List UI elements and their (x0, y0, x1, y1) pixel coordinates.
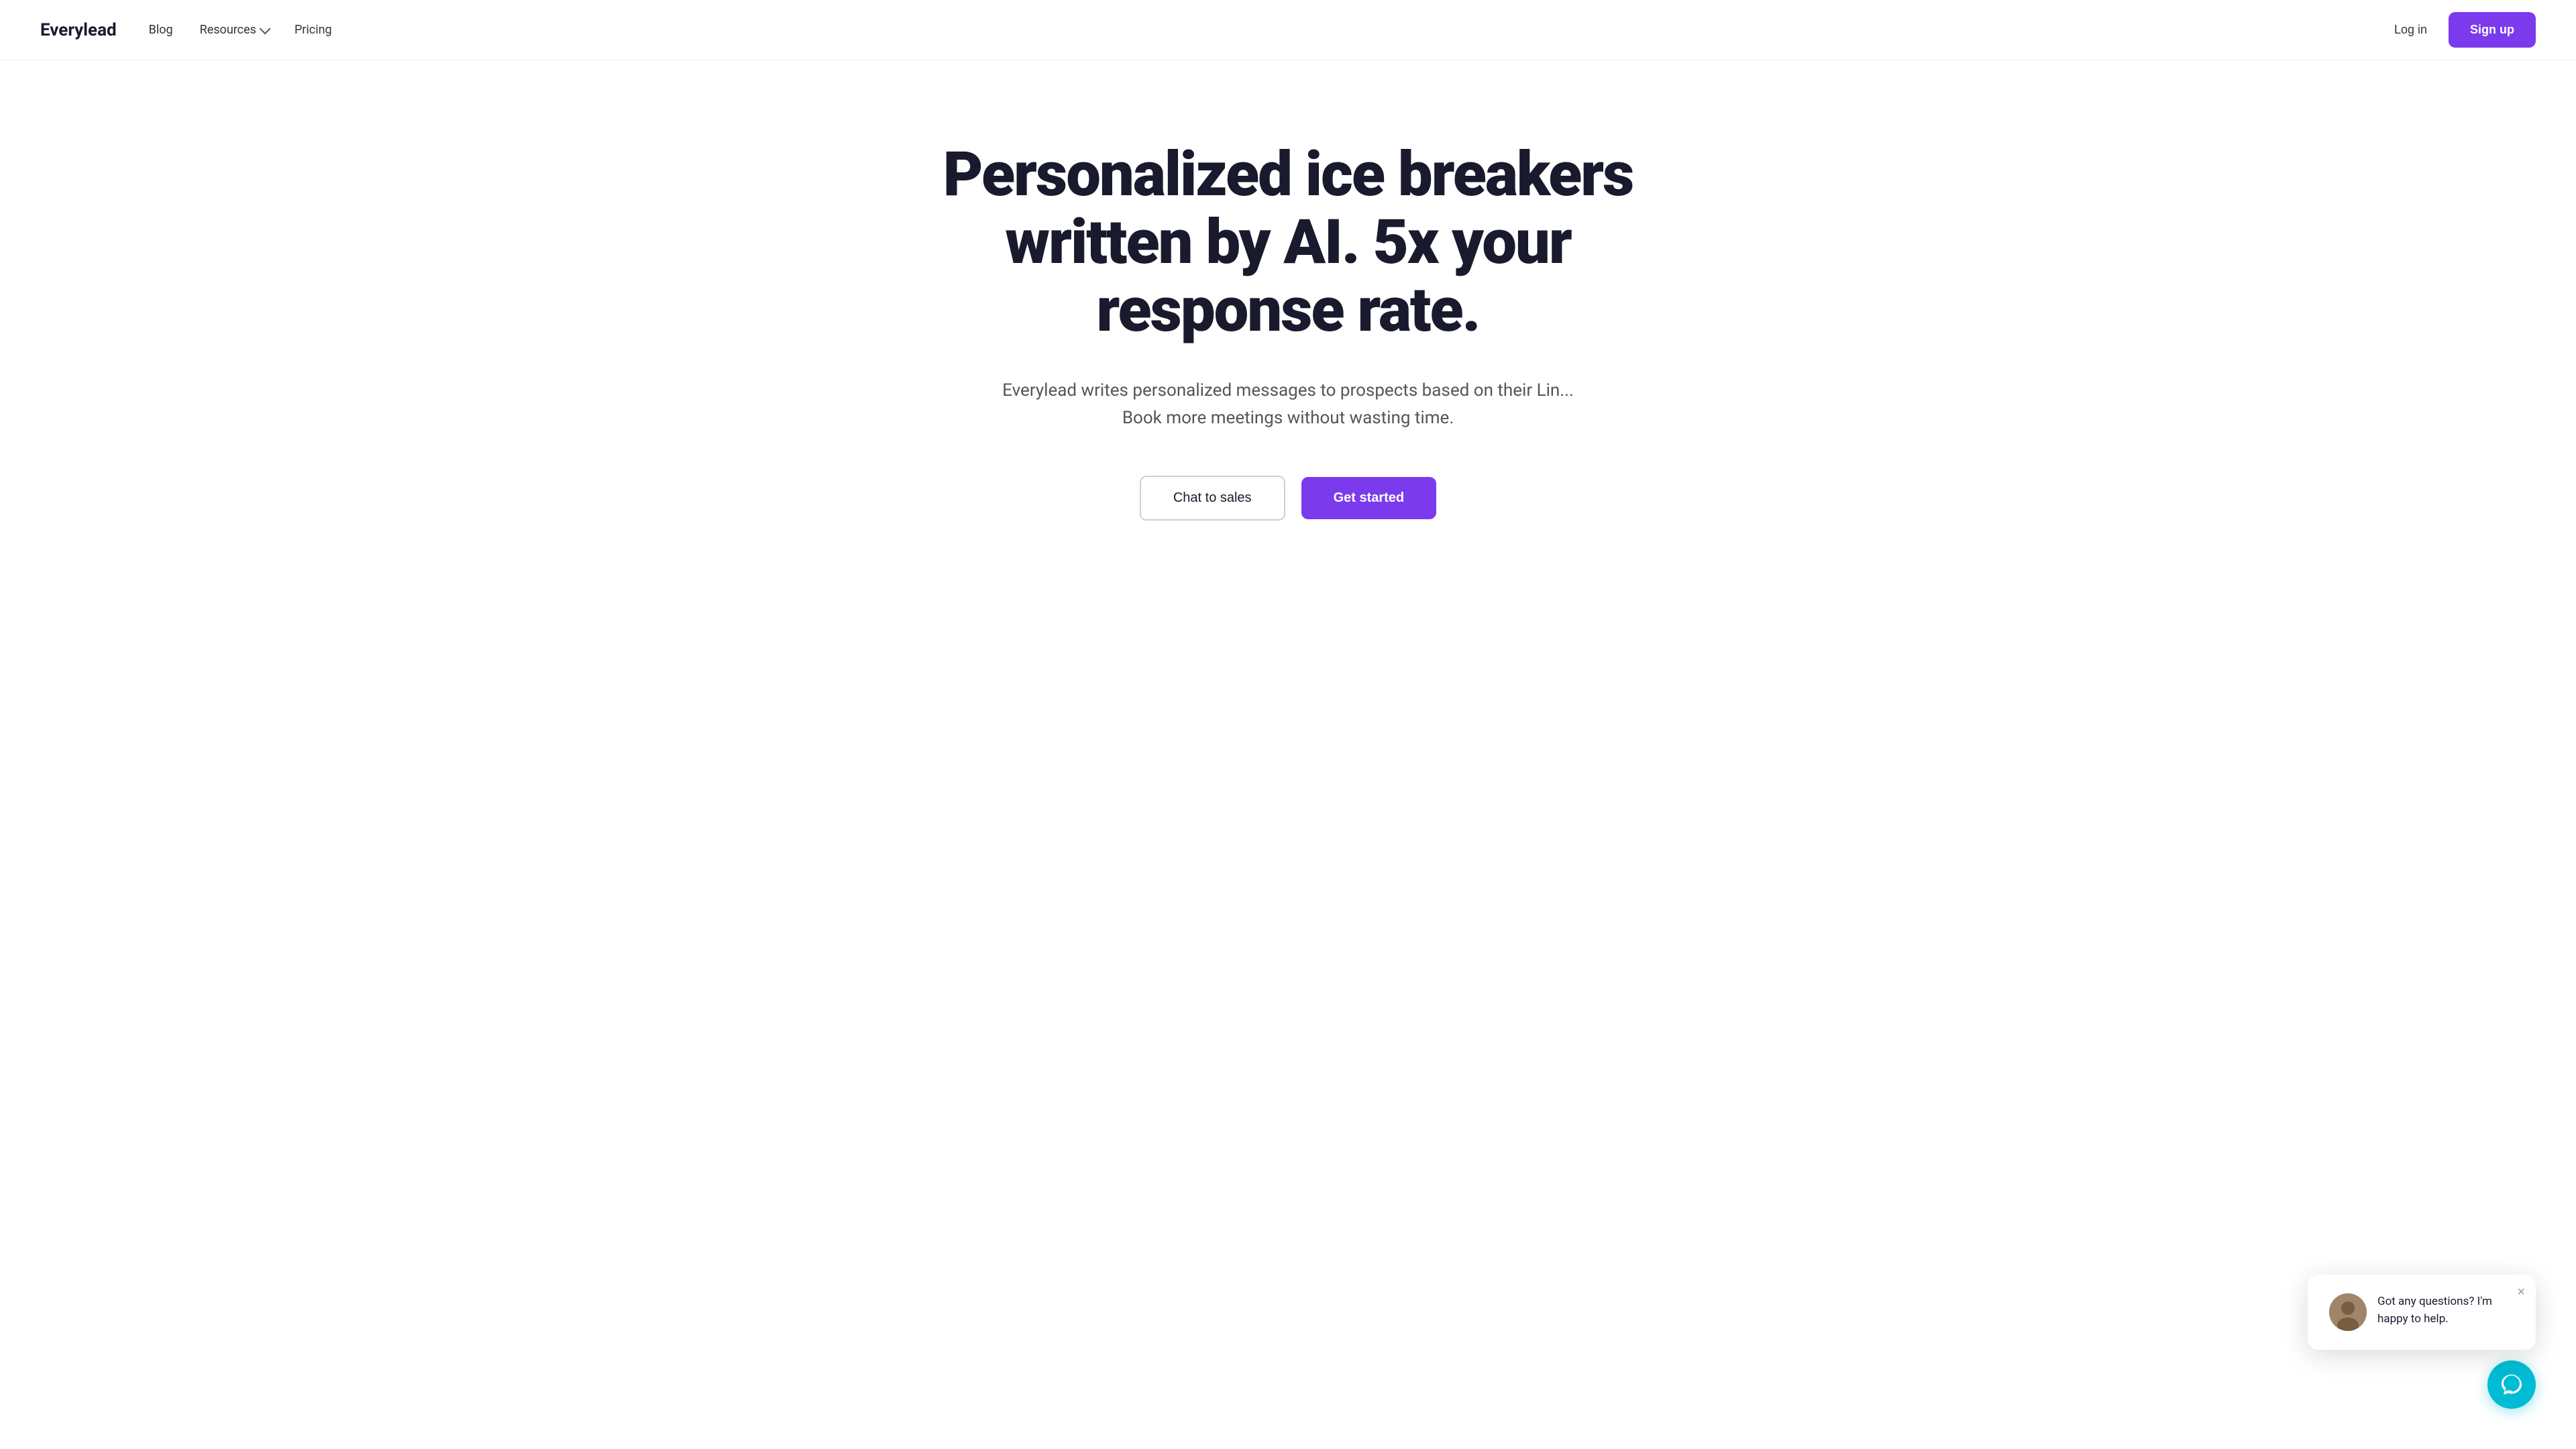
login-button[interactable]: Log in (2394, 23, 2427, 37)
chat-popup-message: Got any questions? I'm happy to help. (2377, 1293, 2514, 1328)
navbar: Everylead Blog Resources Pricing Log in … (0, 0, 2576, 60)
chat-popup: Got any questions? I'm happy to help. × (2308, 1275, 2536, 1350)
hero-section: Personalized ice breakers written by AI.… (0, 60, 2576, 574)
chat-to-sales-button[interactable]: Chat to sales (1140, 476, 1285, 521)
hero-title: Personalized ice breakers written by AI.… (943, 141, 1633, 345)
get-started-button[interactable]: Get started (1301, 477, 1437, 519)
hero-subtitle: Everylead writes personalized messages t… (986, 377, 1590, 433)
nav-link-resources[interactable]: Resources (200, 23, 268, 37)
avatar-image (2329, 1293, 2367, 1331)
hero-title-line1: Personalized ice breakers (943, 139, 1633, 211)
chat-bubble-button[interactable] (2487, 1360, 2536, 1409)
nav-right: Log in Sign up (2394, 12, 2536, 48)
avatar (2329, 1293, 2367, 1331)
chat-popup-text: Got any questions? I'm happy to help. (2377, 1293, 2514, 1328)
hero-title-line2: written by AI. 5x your (1005, 207, 1570, 278)
chat-bubble-icon (2500, 1373, 2524, 1397)
nav-link-blog[interactable]: Blog (149, 23, 173, 37)
chat-widget: Got any questions? I'm happy to help. × (2308, 1275, 2536, 1409)
nav-resources-label: Resources (200, 23, 256, 37)
nav-left: Everylead Blog Resources Pricing (40, 20, 332, 40)
nav-links: Blog Resources Pricing (149, 23, 332, 37)
chat-popup-close-button[interactable]: × (2514, 1283, 2528, 1301)
logo[interactable]: Everylead (40, 20, 117, 40)
avatar-svg (2329, 1293, 2367, 1331)
signup-button[interactable]: Sign up (2449, 12, 2536, 48)
hero-buttons: Chat to sales Get started (1140, 476, 1436, 521)
hero-title-line3: response rate. (1097, 274, 1480, 346)
chevron-down-icon (260, 23, 271, 34)
nav-link-pricing[interactable]: Pricing (294, 23, 332, 37)
